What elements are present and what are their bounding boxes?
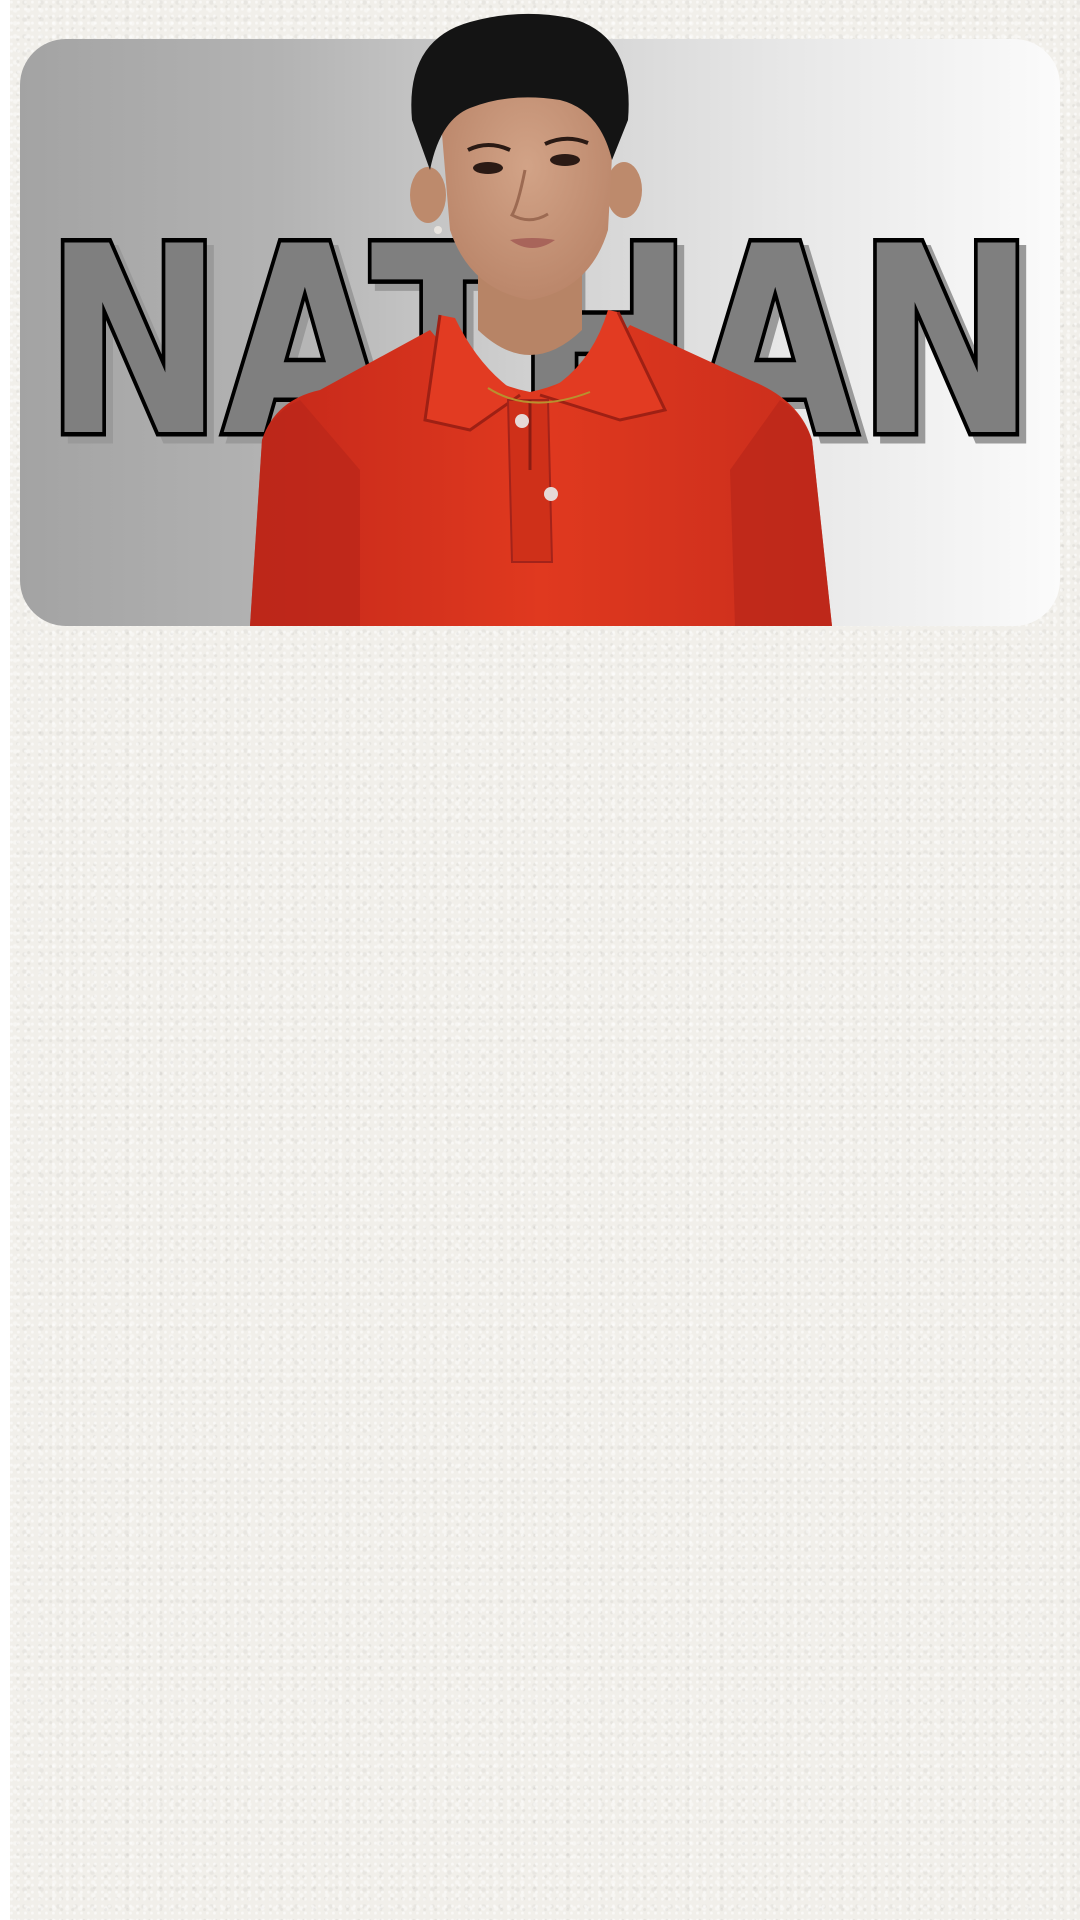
name-title-layer: NATHAN NATHAN xyxy=(20,39,1060,626)
name-title: NATHAN xyxy=(45,192,1035,494)
name-title-graphic: NATHAN NATHAN xyxy=(41,188,1047,506)
hero-banner: NATHAN NATHAN xyxy=(20,39,1060,626)
left-edge-strip xyxy=(0,0,10,1920)
